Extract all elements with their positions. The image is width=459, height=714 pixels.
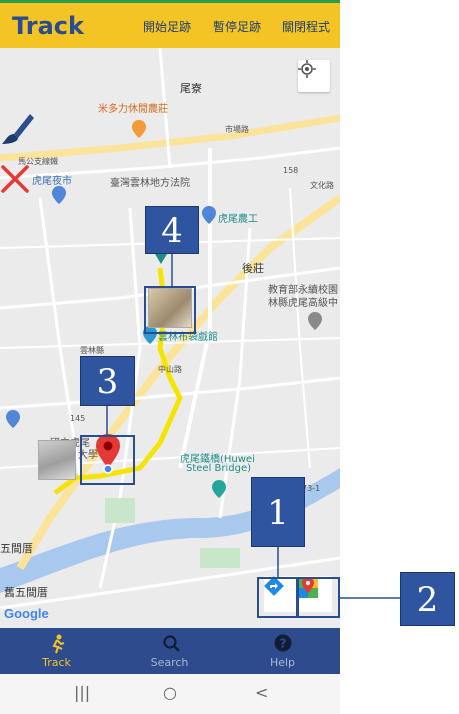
annotation-box-1	[257, 577, 298, 618]
annotation-label-2: 2	[400, 572, 455, 626]
annotation-box-3	[80, 435, 135, 485]
annotation-label-1: 1	[251, 477, 305, 547]
annotation-label-3: 3	[80, 356, 135, 406]
annotation-label-4: 4	[145, 206, 199, 254]
annotation-box-2	[297, 577, 340, 618]
annotation-box-4	[144, 286, 196, 334]
annotation-connectors	[106, 254, 400, 599]
